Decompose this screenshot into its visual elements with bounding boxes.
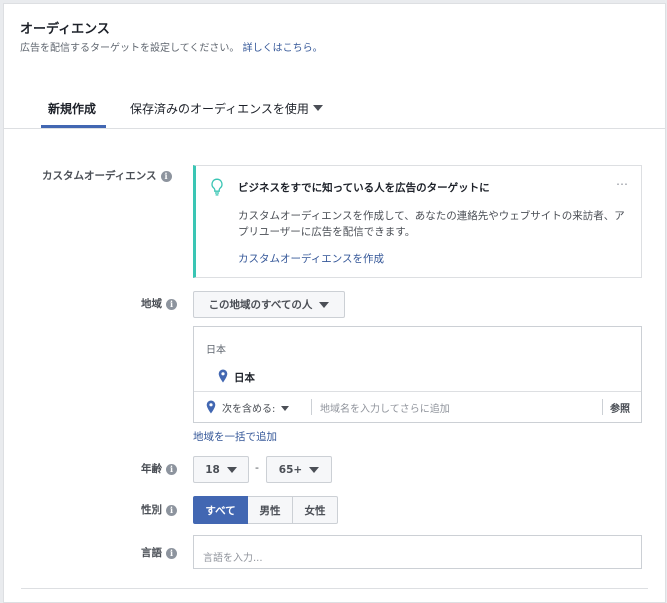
- location-scope-select[interactable]: この地域のすべての人: [193, 291, 345, 318]
- custom-audience-label: カスタムオーディエンス i: [42, 168, 172, 183]
- age-max-value: 65+: [278, 463, 303, 476]
- gender-label-text: 性別: [141, 504, 162, 516]
- age-label: 年齢 i: [141, 461, 177, 476]
- age-range-separator: -: [255, 461, 259, 474]
- section-subtitle: 広告を配信するターゲットを設定してください。 詳しくはこちら。: [20, 39, 323, 54]
- location-divider: [194, 391, 641, 392]
- gender-toggle-group: すべて 男性 女性: [193, 496, 338, 524]
- tab-saved-audience[interactable]: 保存済みのオーディエンスを使用: [130, 100, 323, 117]
- chevron-down-icon: [312, 105, 323, 111]
- language-label: 言語 i: [141, 545, 177, 560]
- custom-audience-card-description: カスタムオーディエンスを作成して、あなたの連絡先やウェブサイトの来訪者、アプリユ…: [238, 210, 625, 238]
- more-options-icon[interactable]: …: [616, 174, 628, 188]
- include-mode-value: 次を含める:: [222, 404, 276, 415]
- language-label-text: 言語: [141, 547, 162, 559]
- chevron-down-icon: [309, 466, 320, 473]
- gender-all-button[interactable]: すべて: [193, 496, 248, 524]
- tabs-divider: [4, 128, 665, 129]
- learn-more-link[interactable]: 詳しくはこちら。: [243, 43, 323, 54]
- chevron-down-icon: [281, 406, 290, 411]
- audience-panel: オーディエンス 広告を配信するターゲットを設定してください。 詳しくはこちら。 …: [3, 3, 666, 603]
- location-group-heading: 日本: [206, 345, 226, 356]
- custom-audience-card: ビジネスをすでに知っている人を広告のターゲットに … カスタムオーディエンスを作…: [193, 165, 642, 278]
- map-pin-icon: [206, 400, 216, 414]
- chevron-down-icon: [226, 466, 237, 473]
- create-custom-audience-link[interactable]: カスタムオーディエンスを作成: [238, 251, 384, 266]
- include-mode-select[interactable]: 次を含める:: [222, 400, 290, 415]
- custom-audience-label-text: カスタムオーディエンス: [42, 170, 157, 182]
- location-label-text: 地域: [141, 298, 162, 310]
- subtitle-text: 広告を配信するターゲットを設定してください。: [20, 43, 240, 54]
- custom-audience-card-title: ビジネスをすでに知っている人を広告のターゲットに: [238, 182, 490, 194]
- field-separator: [602, 399, 603, 415]
- language-input[interactable]: 言語を入力...: [193, 535, 642, 569]
- age-min-select[interactable]: 18: [193, 456, 249, 483]
- gender-label: 性別 i: [141, 502, 177, 517]
- age-label-text: 年齢: [141, 463, 162, 475]
- section-divider: [21, 588, 648, 589]
- location-search-input[interactable]: 地域名を入力してさらに追加: [320, 400, 450, 415]
- info-icon[interactable]: i: [166, 464, 177, 475]
- info-icon[interactable]: i: [166, 505, 177, 516]
- selected-location-item[interactable]: 日本: [234, 370, 255, 385]
- tab-create-new[interactable]: 新規作成: [48, 100, 96, 117]
- gender-male-button[interactable]: 男性: [248, 496, 293, 524]
- location-label: 地域 i: [141, 296, 177, 311]
- info-icon[interactable]: i: [166, 299, 177, 310]
- chevron-down-icon: [319, 301, 330, 308]
- age-min-value: 18: [205, 463, 220, 476]
- section-title: オーディエンス: [20, 22, 110, 37]
- location-scope-value: この地域のすべての人: [208, 299, 313, 311]
- lightbulb-icon: [211, 178, 223, 196]
- browse-button[interactable]: 参照: [610, 400, 630, 415]
- tab-saved-audience-label: 保存済みのオーディエンスを使用: [130, 102, 309, 116]
- field-separator: [311, 399, 312, 415]
- gender-female-button[interactable]: 女性: [293, 496, 338, 524]
- map-pin-icon: [218, 369, 228, 383]
- bulk-add-locations-link[interactable]: 地域を一括で追加: [193, 429, 277, 444]
- location-box: 日本 日本 次を含める: 地域名を入力してさらに追加 参照: [193, 326, 642, 423]
- age-max-select[interactable]: 65+: [266, 456, 332, 483]
- info-icon[interactable]: i: [160, 171, 172, 182]
- info-icon[interactable]: i: [166, 548, 177, 559]
